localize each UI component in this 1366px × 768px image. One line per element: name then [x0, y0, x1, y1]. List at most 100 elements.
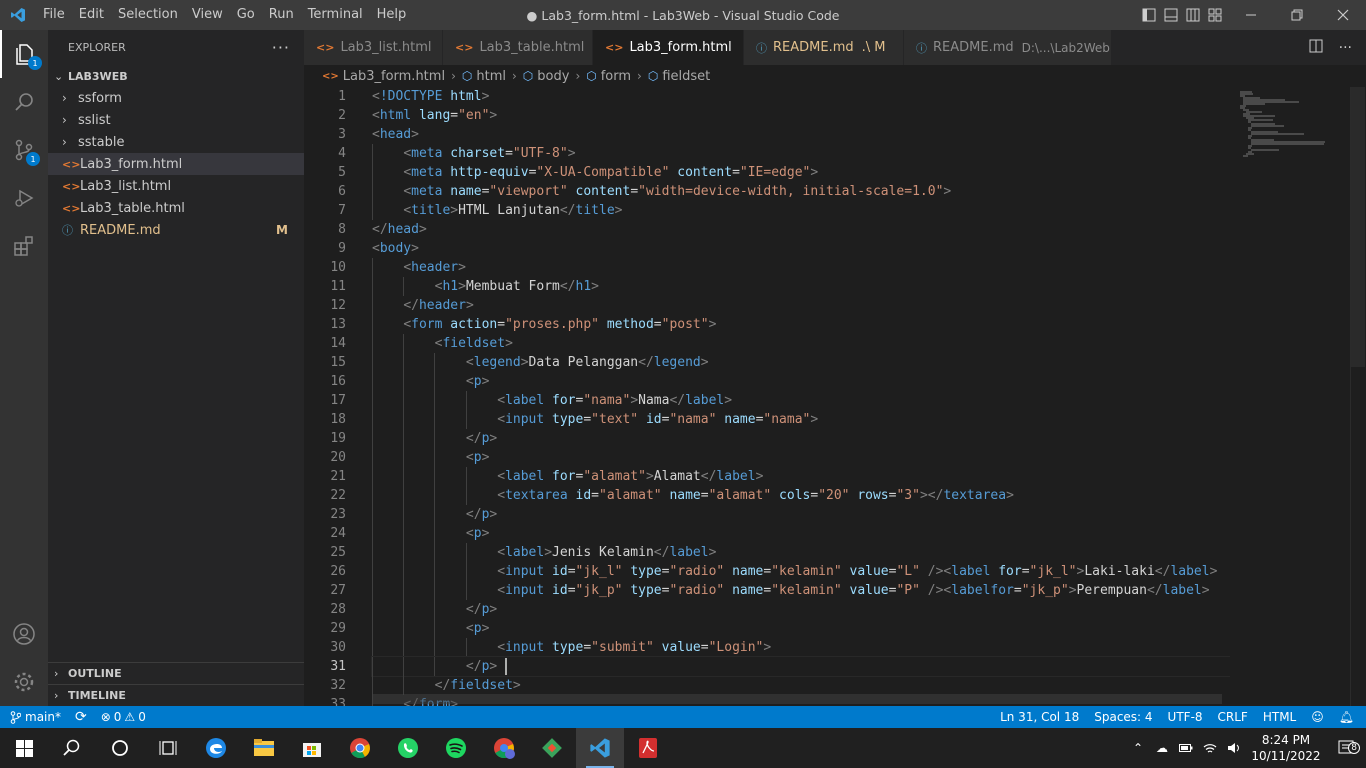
- microsoft-store-icon[interactable]: [288, 728, 336, 768]
- language-mode[interactable]: HTML: [1263, 710, 1296, 724]
- folder-ssform[interactable]: › ssform: [48, 87, 304, 109]
- code-text-area[interactable]: <!DOCTYPE html> <html lang="en"> <head> <m…: [371, 87, 1232, 706]
- branch-indicator[interactable]: main*: [10, 710, 61, 724]
- restore-icon[interactable]: [1274, 0, 1320, 30]
- edge-browser-icon[interactable]: [192, 728, 240, 768]
- split-editor-icon[interactable]: [1309, 38, 1323, 57]
- customize-layout-icon[interactable]: [1204, 0, 1226, 30]
- code-line[interactable]: <head>: [372, 125, 419, 144]
- notification-center-icon[interactable]: 8: [1326, 740, 1366, 756]
- battery-icon[interactable]: [1174, 743, 1198, 753]
- code-line[interactable]: <body>: [372, 239, 419, 258]
- breadcrumb-fieldset[interactable]: ⬡ fieldset: [648, 69, 710, 84]
- minimize-icon[interactable]: [1228, 0, 1274, 30]
- file-lab3-list[interactable]: <> Lab3_list.html: [48, 175, 304, 197]
- breadcrumb-form[interactable]: ⬡ form: [586, 69, 631, 84]
- source-control-icon[interactable]: 1: [0, 126, 48, 174]
- breadcrumb-file[interactable]: <> Lab3_form.html: [322, 69, 445, 84]
- tab-lab3-list[interactable]: <> Lab3_list.html: [304, 30, 443, 65]
- file-lab3-form[interactable]: <> Lab3_form.html: [48, 153, 304, 175]
- code-line[interactable]: <html lang="en">: [372, 106, 497, 125]
- chrome-profile-icon[interactable]: [480, 728, 528, 768]
- code-line[interactable]: </header>: [372, 296, 473, 315]
- cursor-position[interactable]: Ln 31, Col 18: [1000, 710, 1079, 724]
- tab-readme[interactable]: ⓘ README.md .\ M: [744, 30, 904, 65]
- code-line[interactable]: <p>: [372, 448, 489, 467]
- code-line[interactable]: <input type="text" id="nama" name="nama"…: [372, 410, 818, 429]
- file-lab3-table[interactable]: <> Lab3_table.html: [48, 197, 304, 219]
- menu-view[interactable]: View: [185, 0, 230, 30]
- end-of-line[interactable]: CRLF: [1218, 710, 1248, 724]
- breadcrumb-html[interactable]: ⬡ html: [462, 69, 506, 84]
- code-line[interactable]: <header>: [372, 258, 466, 277]
- code-line[interactable]: <label>Jenis Kelamin</label>: [372, 543, 716, 562]
- indentation[interactable]: Spaces: 4: [1094, 710, 1152, 724]
- code-line[interactable]: <p>: [372, 619, 489, 638]
- toggle-secondary-sidebar-icon[interactable]: [1182, 0, 1204, 30]
- code-line[interactable]: <input id="jk_p" type="radio" name="kela…: [372, 581, 1209, 600]
- code-line[interactable]: <h1>Membuat Form</h1>: [372, 277, 599, 296]
- code-line[interactable]: <fieldset>: [372, 334, 513, 353]
- menu-terminal[interactable]: Terminal: [301, 0, 370, 30]
- menu-selection[interactable]: Selection: [111, 0, 185, 30]
- code-line[interactable]: <p>: [372, 524, 489, 543]
- volume-icon[interactable]: [1222, 742, 1246, 754]
- toggle-primary-sidebar-icon[interactable]: [1138, 0, 1160, 30]
- search-icon[interactable]: [48, 728, 96, 768]
- file-explorer-icon[interactable]: [240, 728, 288, 768]
- more-actions-button[interactable]: ···: [272, 38, 290, 57]
- code-line[interactable]: <p>: [372, 372, 489, 391]
- task-view-icon[interactable]: [144, 728, 192, 768]
- breadcrumb-body[interactable]: ⬡ body: [523, 69, 570, 84]
- code-line[interactable]: </p>: [371, 656, 1231, 677]
- chevron-up-icon[interactable]: ⌃: [1126, 741, 1150, 755]
- problems-indicator[interactable]: ⊗ 0 ⚠ 0: [101, 710, 146, 724]
- folder-sstable[interactable]: › sstable: [48, 131, 304, 153]
- pdf-reader-icon[interactable]: [624, 728, 672, 768]
- code-line[interactable]: <label for="alamat">Alamat</label>: [372, 467, 763, 486]
- code-line[interactable]: <form action="proses.php" method="post">: [372, 315, 716, 334]
- wifi-icon[interactable]: [1198, 742, 1222, 754]
- encoding[interactable]: UTF-8: [1168, 710, 1203, 724]
- menu-go[interactable]: Go: [230, 0, 262, 30]
- code-line[interactable]: <input id="jk_l" type="radio" name="kela…: [372, 562, 1217, 581]
- code-line[interactable]: <meta http-equiv = "X-UA-Compatible" conte…: [372, 163, 818, 182]
- outline-section[interactable]: › OUTLINE: [48, 662, 304, 684]
- folder-sslist[interactable]: › sslist: [48, 109, 304, 131]
- code-line[interactable]: <!DOCTYPE html>: [372, 87, 489, 106]
- horizontal-scrollbar[interactable]: [372, 694, 1222, 704]
- vscode-taskbar-icon[interactable]: [576, 728, 624, 768]
- code-line[interactable]: <input type="submit" value="Login">: [372, 638, 771, 657]
- code-line[interactable]: <legend>Data Pelanggan</legend>: [372, 353, 709, 372]
- code-line[interactable]: <meta name="viewport" content="width=dev…: [372, 182, 951, 201]
- spotify-icon[interactable]: [432, 728, 480, 768]
- start-windows-icon[interactable]: [0, 728, 48, 768]
- menu-edit[interactable]: Edit: [72, 0, 111, 30]
- close-icon[interactable]: [1320, 0, 1366, 30]
- code-line[interactable]: <textarea id="alamat" name="alamat" cols…: [372, 486, 1014, 505]
- search-icon[interactable]: [0, 78, 48, 126]
- explorer-icon[interactable]: 1: [0, 30, 48, 78]
- accounts-icon[interactable]: [0, 610, 48, 658]
- git-tool-icon[interactable]: [528, 728, 576, 768]
- feedback-icon[interactable]: ☺: [1311, 710, 1324, 724]
- code-editor[interactable]: 1 2 3 4 5 6 7 8 9 10 11 12 13 14 15 16 17 18 19 20 21 22 23 24 2…: [304, 87, 1366, 706]
- code-line[interactable]: <meta charset="UTF-8">: [372, 144, 575, 163]
- project-folder[interactable]: ⌄ LAB3WEB: [48, 65, 304, 87]
- sync-icon[interactable]: ⟳: [75, 709, 87, 725]
- chrome-icon[interactable]: [336, 728, 384, 768]
- toggle-panel-icon[interactable]: [1160, 0, 1182, 30]
- minimap[interactable]: [1230, 87, 1350, 706]
- tab-readme-lab2[interactable]: ⓘ README.md D:\...\Lab2Web: [904, 30, 1112, 65]
- file-readme[interactable]: ⓘ README.md M: [48, 219, 304, 241]
- code-line[interactable]: </fieldset>: [372, 676, 521, 695]
- settings-gear-icon[interactable]: [0, 658, 48, 706]
- clock[interactable]: 8:24 PM 10/11/2022: [1246, 732, 1326, 764]
- code-line[interactable]: </head>: [372, 220, 427, 239]
- onedrive-cloud-icon[interactable]: ☁: [1150, 741, 1174, 755]
- whatsapp-icon[interactable]: [384, 728, 432, 768]
- run-debug-icon[interactable]: [0, 174, 48, 222]
- code-line[interactable]: <title>HTML Lanjutan</title>: [372, 201, 622, 220]
- code-line[interactable]: <label for="nama">Nama</label>: [372, 391, 732, 410]
- tab-lab3-form[interactable]: <> Lab3_form.html: [593, 30, 744, 65]
